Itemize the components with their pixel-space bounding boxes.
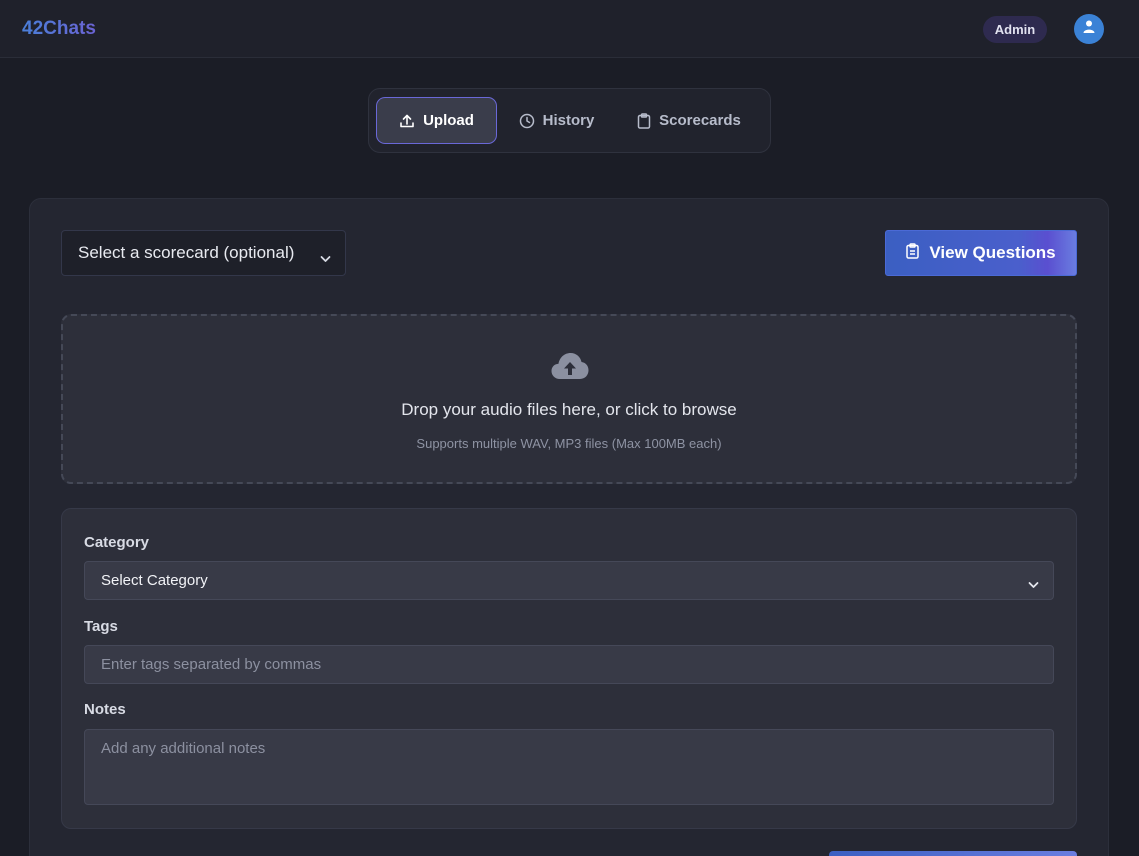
chevron-down-icon [320, 248, 331, 268]
cloud-upload-icon [551, 352, 589, 385]
top-bar: 42Chats Admin [0, 0, 1139, 58]
tab-scorecards[interactable]: Scorecards [631, 97, 747, 144]
tab-upload[interactable]: Upload [376, 97, 497, 144]
tab-label: Scorecards [659, 112, 741, 129]
category-select-value: Select Category [101, 572, 208, 589]
scorecard-select[interactable]: Select a scorecard (optional) [61, 230, 346, 276]
tags-placeholder: Enter tags separated by commas [101, 656, 322, 673]
submit-button[interactable] [829, 851, 1077, 856]
clock-icon [519, 113, 535, 129]
audio-dropzone[interactable]: Drop your audio files here, or click to … [61, 314, 1077, 484]
clipboard-list-icon [906, 242, 920, 264]
tab-label: Upload [423, 112, 474, 129]
chevron-down-icon [1028, 576, 1039, 593]
clipboard-icon [637, 112, 651, 129]
tab-history[interactable]: History [509, 97, 604, 144]
scorecard-select-value: Select a scorecard (optional) [78, 243, 295, 262]
tags-input[interactable]: Enter tags separated by commas [84, 645, 1054, 684]
dropzone-subtitle: Supports multiple WAV, MP3 files (Max 10… [416, 436, 722, 451]
user-avatar-button[interactable] [1074, 14, 1104, 44]
notes-textarea[interactable]: Add any additional notes [84, 729, 1054, 805]
view-questions-button[interactable]: View Questions [885, 230, 1077, 276]
notes-placeholder: Add any additional notes [101, 740, 266, 757]
notes-label: Notes [84, 701, 126, 718]
view-questions-label: View Questions [929, 243, 1056, 262]
brand-logo[interactable]: 42Chats [22, 18, 96, 40]
upload-icon [399, 113, 415, 129]
tags-label: Tags [84, 618, 118, 635]
category-select[interactable]: Select Category [84, 561, 1054, 600]
role-badge: Admin [983, 16, 1047, 43]
tab-label: History [542, 112, 595, 129]
dropzone-title: Drop your audio files here, or click to … [401, 400, 737, 419]
user-icon [1083, 20, 1095, 38]
category-label: Category [84, 534, 150, 551]
tab-bar: Upload History Scorecards [368, 88, 771, 153]
